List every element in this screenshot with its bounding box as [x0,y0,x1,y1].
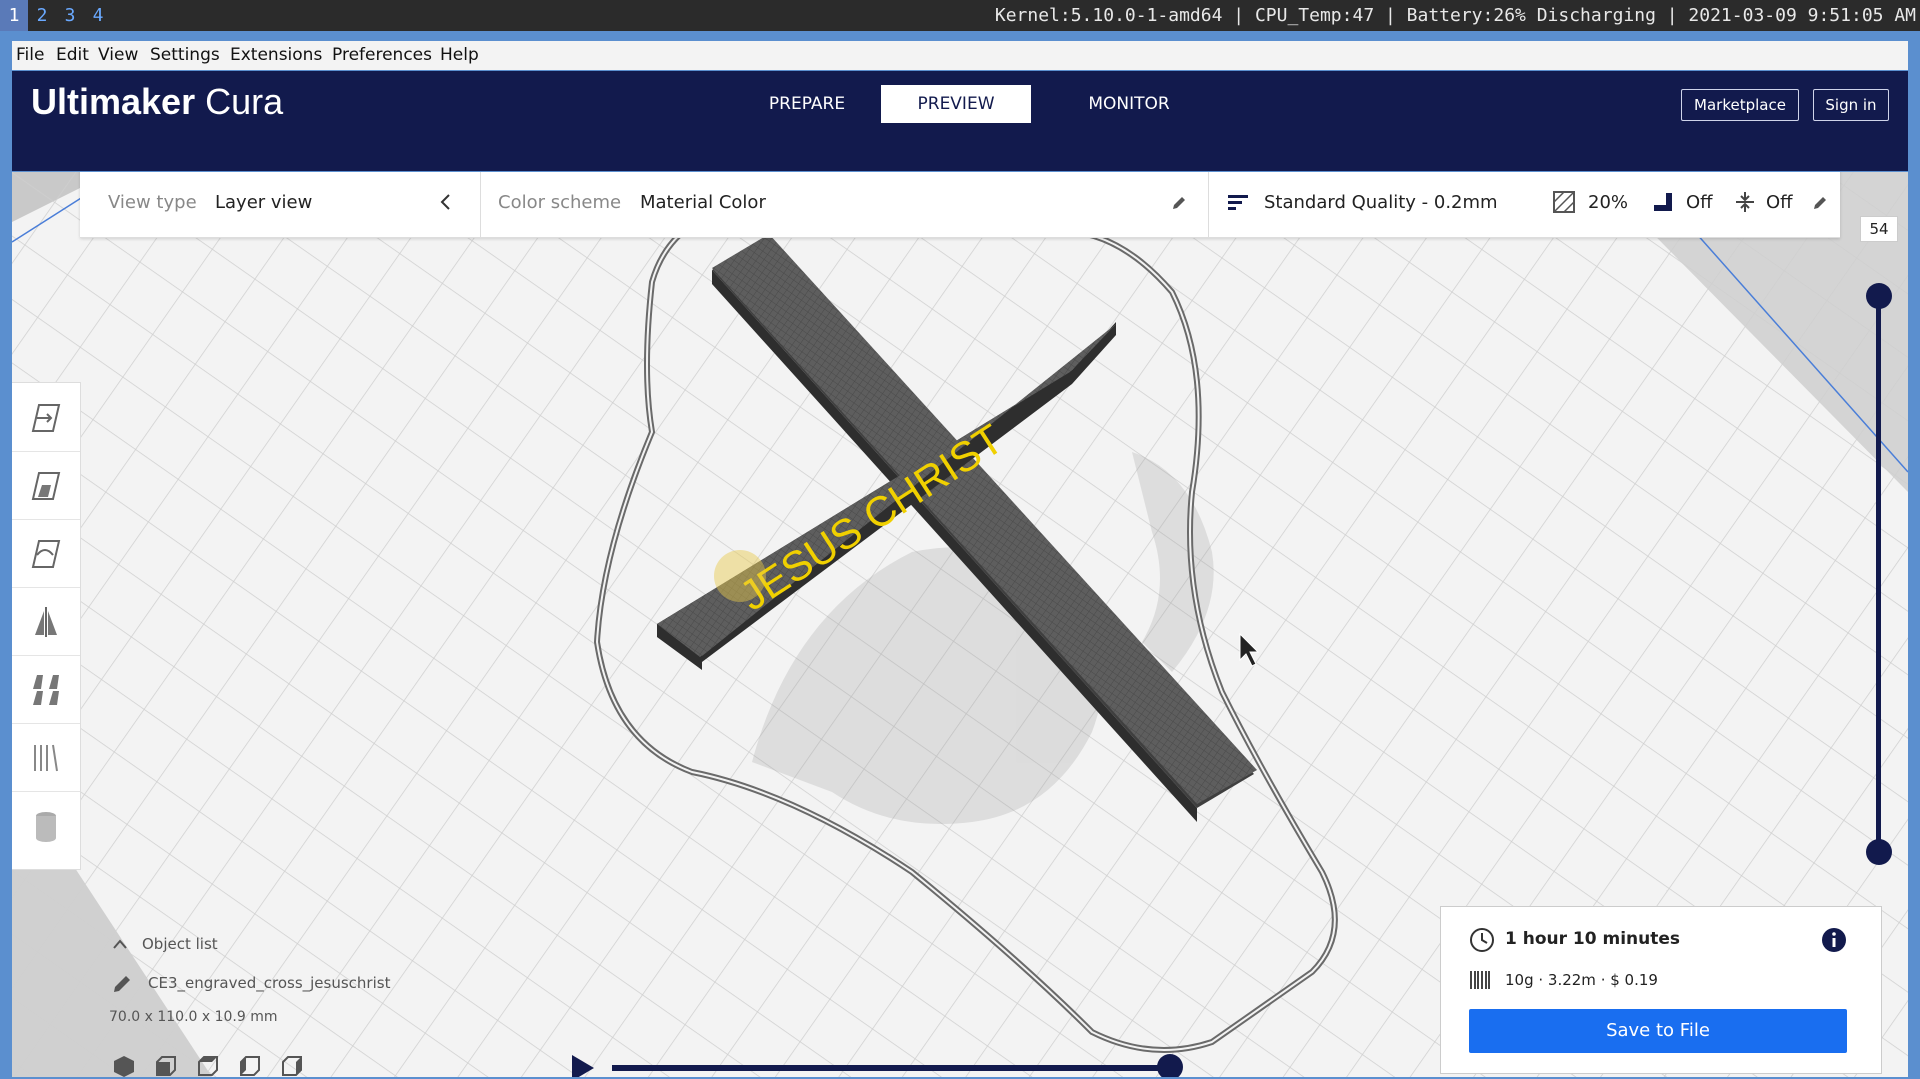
layer-number-input[interactable]: 54 [1860,216,1898,242]
object-dimensions: 70.0 x 110.0 x 10.9 mm [109,1009,278,1025]
info-icon[interactable] [1821,927,1847,953]
quality-profile-icon [1228,195,1248,210]
workspace-4[interactable]: 4 [84,0,112,31]
sign-in-button[interactable]: Sign in [1813,89,1889,121]
app-logo: Ultimaker Cura [31,81,284,122]
mirror-tool[interactable] [12,587,80,656]
system-status-bar: 1 2 3 4 Kernel:5.10.0-1-amd64 | CPU_Temp… [0,0,1920,31]
mirror-icon [35,607,57,637]
pencil-icon[interactable] [1812,195,1828,211]
scale-tool[interactable] [12,451,80,520]
view-settings-bar: View type Layer view Color scheme Materi… [80,172,1840,238]
menu-view[interactable]: View [98,45,138,65]
menu-file[interactable]: File [16,45,44,65]
top-view-icon[interactable] [196,1054,220,1077]
object-list-panel: Object list CE3_engraved_cross_jesuschri… [96,932,446,1077]
layer-slider-bottom-handle[interactable] [1866,839,1892,865]
support-icon [1654,193,1672,211]
workspace-2[interactable]: 2 [28,0,56,31]
per-model-settings-tool[interactable] [12,655,80,724]
system-info-text: Kernel:5.10.0-1-amd64 | CPU_Temp:47 | Ba… [994,5,1916,26]
save-to-file-button[interactable]: Save to File [1469,1009,1847,1053]
support-value[interactable]: Off [1686,192,1713,213]
support-blocker-tool[interactable] [12,723,80,792]
3d-viewport[interactable]: JESUS CHRIST View type Layer view Color … [12,172,1908,1077]
play-icon[interactable] [572,1055,594,1077]
rotate-icon [31,540,61,568]
infill-icon [1553,191,1575,213]
pencil-icon[interactable] [112,974,132,994]
view-type-label: View type [108,192,197,213]
material-estimate: 10g · 3.22m · $ 0.19 [1505,971,1658,989]
pencil-icon[interactable] [1171,195,1187,211]
scale-icon [31,472,61,500]
per-model-settings-icon [33,675,59,705]
quality-profile-value[interactable]: Standard Quality - 0.2mm [1264,192,1498,213]
view-type-dropdown[interactable]: Layer view [215,192,312,213]
app-header: Ultimaker Cura PREPARE PREVIEW MONITOR M… [12,71,1908,171]
cura-window: File Edit View Settings Extensions Prefe… [0,31,1920,1079]
menu-extensions[interactable]: Extensions [230,45,322,65]
menu-edit[interactable]: Edit [56,45,89,65]
divider [1208,172,1209,237]
chevron-up-icon[interactable] [112,938,128,950]
workspace-3[interactable]: 3 [56,0,84,31]
spool-icon [1470,971,1490,989]
cylinder-icon [36,812,56,842]
front-view-icon[interactable] [154,1054,178,1077]
left-toolbar [12,382,81,870]
infill-value[interactable]: 20% [1588,192,1628,213]
tab-prepare[interactable]: PREPARE [732,85,882,123]
print-info-panel: 1 hour 10 minutes 10g · 3.22m · $ 0.19 S… [1440,906,1882,1074]
workspace-1[interactable]: 1 [0,0,28,31]
object-list-toggle[interactable]: Object list [142,935,218,953]
move-icon [31,404,61,432]
color-scheme-dropdown[interactable]: Material Color [640,192,766,213]
rotate-tool[interactable] [12,519,80,588]
menu-settings[interactable]: Settings [150,45,220,65]
adhesion-value[interactable]: Off [1766,192,1793,213]
cylinder-tool[interactable] [12,791,80,859]
object-name[interactable]: CE3_engraved_cross_jesuschrist [148,974,390,992]
color-scheme-label: Color scheme [498,192,622,213]
tab-preview[interactable]: PREVIEW [881,85,1031,123]
support-blocker-icon [34,744,58,772]
path-slider-track[interactable] [612,1065,1172,1071]
menu-bar: File Edit View Settings Extensions Prefe… [12,41,1908,70]
layer-slider-track[interactable] [1876,296,1881,856]
tab-monitor[interactable]: MONITOR [1054,85,1204,123]
marketplace-button[interactable]: Marketplace [1681,89,1799,121]
divider [480,172,481,237]
3d-view-icon[interactable] [112,1054,136,1077]
print-time: 1 hour 10 minutes [1505,929,1681,949]
adhesion-icon [1736,192,1754,212]
right-view-icon[interactable] [280,1054,304,1077]
move-tool[interactable] [12,383,80,452]
left-view-icon[interactable] [238,1054,262,1077]
layer-slider-top-handle[interactable] [1866,283,1892,309]
clock-icon [1470,928,1494,952]
path-slider-handle[interactable] [1157,1054,1183,1077]
menu-help[interactable]: Help [440,45,479,65]
menu-preferences[interactable]: Preferences [332,45,432,65]
chevron-left-icon[interactable] [438,193,452,211]
